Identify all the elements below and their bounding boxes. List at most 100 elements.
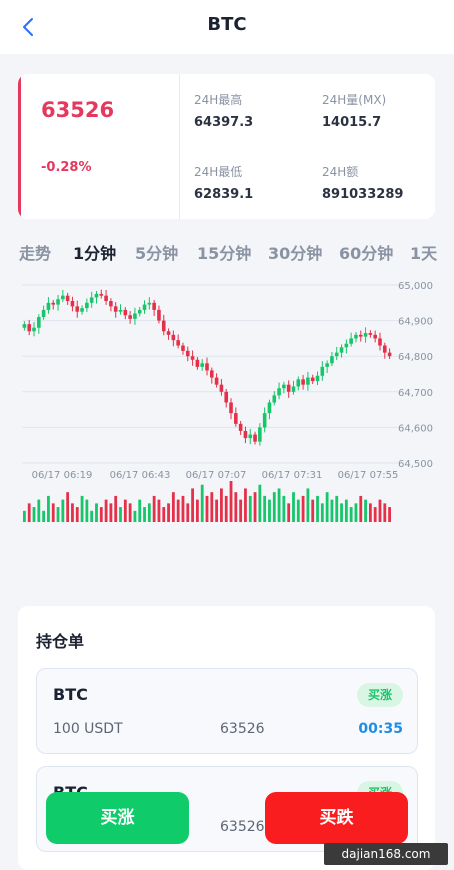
- tab-1day[interactable]: 1天: [410, 240, 437, 264]
- candle-body: [267, 402, 272, 414]
- volume-bar: [244, 488, 247, 522]
- x-tick-label: 06/17 06:19: [32, 470, 93, 481]
- candle-body: [243, 430, 248, 439]
- volume-bar: [191, 488, 194, 522]
- volume-bar: [234, 492, 238, 522]
- volume-bar: [128, 503, 132, 522]
- tab-5min[interactable]: 5分钟: [135, 240, 178, 264]
- tab-30min[interactable]: 30分钟: [268, 240, 322, 264]
- interval-tabs: 走势 1分钟 5分钟 15分钟 30分钟 60分钟 1天: [0, 240, 454, 268]
- volume-bar: [344, 499, 348, 522]
- candle-body: [166, 331, 171, 335]
- volume-bar: [268, 499, 271, 522]
- volume-bar: [388, 507, 391, 522]
- volume-bar: [239, 499, 243, 522]
- candle-body: [46, 302, 51, 310]
- volume-bar: [109, 503, 113, 522]
- buy-up-button[interactable]: 买涨: [46, 792, 189, 844]
- candle-body: [94, 293, 99, 298]
- candle-body: [358, 334, 363, 337]
- candle-body: [253, 434, 257, 442]
- volume-bar: [162, 507, 166, 522]
- volume-bar: [133, 510, 137, 522]
- volume-bar: [368, 503, 372, 522]
- candle-body: [363, 333, 368, 337]
- candle-body: [37, 317, 41, 328]
- low-24h-value: 62839.1: [194, 187, 254, 202]
- volume-bar: [287, 503, 291, 522]
- y-tick-label: 64,600: [398, 423, 433, 434]
- position-countdown: 00:35: [358, 721, 403, 737]
- volume-bar: [349, 507, 353, 522]
- candlestick-chart[interactable]: 65,00064,90064,80064,70064,60064,50006/1…: [0, 276, 454, 530]
- volume-bar: [32, 507, 36, 522]
- volume-bar: [354, 503, 358, 522]
- volume-bar: [157, 499, 161, 522]
- candle-body: [378, 338, 382, 346]
- tab-trend[interactable]: 走势: [19, 240, 51, 264]
- candle-body: [104, 295, 108, 302]
- volume-bar: [215, 499, 219, 522]
- candle-body: [27, 324, 32, 332]
- position-amount: 100 USDT: [53, 721, 123, 737]
- volume-bar: [325, 492, 329, 522]
- volume-bar: [143, 507, 146, 522]
- candle-body: [128, 315, 132, 319]
- candle-body: [56, 299, 60, 305]
- volume-bar: [263, 495, 267, 522]
- candle-body: [161, 320, 166, 332]
- candle-body: [22, 324, 27, 328]
- candle-body: [214, 377, 219, 385]
- candle-body: [277, 388, 281, 396]
- position-card[interactable]: BTC 买涨 100 USDT 63526 00:35: [36, 668, 418, 754]
- volume-bar: [181, 495, 185, 522]
- candle-body: [181, 345, 185, 351]
- candle-body: [109, 301, 113, 307]
- candle-body: [330, 356, 334, 364]
- turnover-24h-value: 891033289: [322, 187, 404, 202]
- volume-bar: [220, 488, 223, 522]
- candle-body: [190, 356, 195, 360]
- candle-body: [248, 434, 253, 439]
- volume-bar: [306, 488, 310, 522]
- positions-title: 持仓单: [36, 632, 85, 651]
- tab-60min[interactable]: 60分钟: [339, 240, 393, 264]
- tab-1min[interactable]: 1分钟: [73, 240, 116, 264]
- candle-body: [238, 423, 243, 431]
- volume-bar: [176, 499, 180, 522]
- ticker-stats-card: 63526 -0.28% 24H最高 64397.3 24H量(MX) 1401…: [18, 74, 435, 219]
- candle-body: [32, 327, 36, 332]
- price-change-percent: -0.28%: [41, 160, 92, 175]
- volume-bar: [364, 499, 367, 522]
- volume-bar: [37, 499, 41, 522]
- candle-body: [339, 347, 344, 353]
- candle-body: [286, 384, 291, 392]
- volume-bar: [71, 503, 74, 522]
- candle-body: [291, 386, 296, 392]
- low-24h-label: 24H最低: [194, 165, 243, 179]
- volume-bar: [330, 499, 334, 522]
- candle-body: [137, 309, 142, 314]
- volume-bar: [224, 495, 228, 522]
- volume-bar: [61, 499, 65, 522]
- y-tick-label: 64,700: [398, 388, 433, 399]
- candle-body: [315, 375, 320, 382]
- volume-bar: [229, 481, 233, 522]
- volume-bar: [340, 503, 343, 522]
- candle-body: [133, 313, 137, 319]
- volume-bar: [104, 499, 108, 522]
- volume-bar: [316, 495, 319, 522]
- volume-bar: [195, 499, 199, 522]
- volume-bar: [42, 510, 46, 522]
- candle-body: [51, 302, 56, 305]
- volume-bar: [152, 495, 156, 522]
- volume-bar: [167, 503, 170, 522]
- position-price: 63526: [220, 819, 265, 835]
- candle-body: [61, 295, 65, 300]
- tab-15min[interactable]: 15分钟: [197, 240, 251, 264]
- high-24h-label: 24H最高: [194, 93, 243, 107]
- candle-body: [334, 352, 339, 357]
- candle-body: [219, 384, 224, 392]
- candle-body: [349, 338, 353, 344]
- buy-down-button[interactable]: 买跌: [265, 792, 408, 844]
